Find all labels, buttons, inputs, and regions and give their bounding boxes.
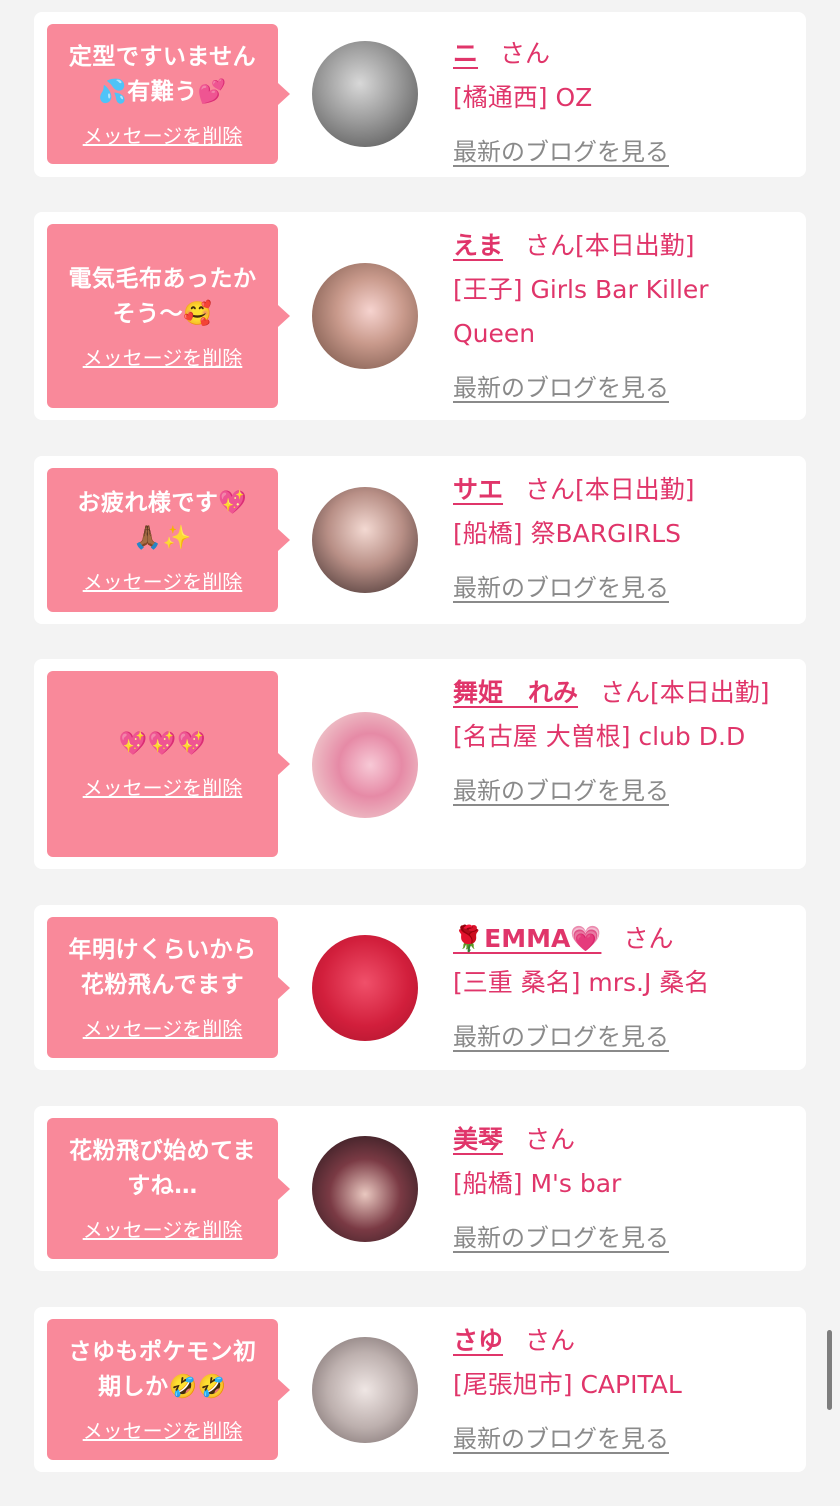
delete-message-link[interactable]: メッセージを削除	[83, 566, 243, 595]
shop-label: [船橋] 祭BARGIRLS	[453, 519, 681, 548]
message-bubble: お疲れ様です💖 🙏🏾✨ メッセージを削除	[47, 468, 290, 612]
shop-label: [橘通西] OZ	[453, 83, 593, 112]
work-status: [本日出勤]	[650, 678, 770, 707]
message-text: 定型ですいません 💦有難う💕	[68, 43, 257, 105]
message-bubble: 年明けくらいから 花粉飛んでます メッセージを削除	[47, 917, 290, 1058]
avatar[interactable]	[312, 41, 418, 147]
shop-label: [王子] Girls Bar Killer Queen	[453, 275, 709, 348]
honorific-label: さん	[600, 678, 651, 707]
honorific-label: さん	[525, 231, 576, 260]
honorific-label: さん	[623, 924, 674, 953]
work-status: [本日出勤]	[575, 475, 695, 504]
delete-message-link[interactable]: メッセージを削除	[83, 1214, 243, 1243]
cast-name-link[interactable]: さゆ	[453, 1326, 503, 1355]
latest-blog-link[interactable]: 最新のブログを見る	[453, 130, 783, 174]
message-bubble: 💖💖💖 メッセージを削除	[47, 671, 290, 857]
scrollbar[interactable]	[827, 1330, 832, 1410]
message-card: 💖💖💖 メッセージを削除 舞姫 れみ さん[本日出勤] [名古屋 大曽根] clu…	[34, 659, 806, 869]
avatar[interactable]	[312, 1337, 418, 1443]
cast-name-link[interactable]: ニ	[453, 39, 478, 68]
shop-label: [名古屋 大曽根] club D.D	[453, 722, 746, 751]
latest-blog-link[interactable]: 最新のブログを見る	[453, 566, 783, 610]
message-card: 電気毛布あったか そう～🥰 メッセージを削除 えま さん[本日出勤] [王子] G…	[34, 212, 806, 420]
cast-info: サエ さん[本日出勤] [船橋] 祭BARGIRLS 最新のブログを見る	[453, 468, 783, 610]
cast-name-link[interactable]: 美琴	[453, 1125, 503, 1154]
cast-info: ニさん [橘通西] OZ 最新のブログを見る	[453, 32, 783, 174]
message-bubble: 定型ですいません 💦有難う💕 メッセージを削除	[47, 24, 290, 164]
avatar[interactable]	[312, 935, 418, 1041]
message-bubble: 花粉飛び始めてま すね… メッセージを削除	[47, 1118, 290, 1259]
message-card: 定型ですいません 💦有難う💕 メッセージを削除 ニさん [橘通西] OZ 最新の…	[34, 12, 806, 177]
cast-info: えま さん[本日出勤] [王子] Girls Bar Killer Queen 最…	[453, 224, 783, 410]
message-card: 花粉飛び始めてま すね… メッセージを削除 美琴 さん [船橋] M's bar …	[34, 1106, 806, 1271]
message-text: お疲れ様です💖 🙏🏾✨	[77, 489, 248, 551]
message-list-page: 定型ですいません 💦有難う💕 メッセージを削除 ニさん [橘通西] OZ 最新の…	[0, 0, 840, 1506]
message-bubble: 電気毛布あったか そう～🥰 メッセージを削除	[47, 224, 290, 408]
cast-info: 舞姫 れみ さん[本日出勤] [名古屋 大曽根] club D.D 最新のブログを…	[453, 671, 783, 813]
latest-blog-link[interactable]: 最新のブログを見る	[453, 366, 783, 410]
message-card: さゆもポケモン初 期しか🤣🤣 メッセージを削除 さゆ さん [尾張旭市] CAPI…	[34, 1307, 806, 1472]
latest-blog-link[interactable]: 最新のブログを見る	[453, 1216, 783, 1260]
latest-blog-link[interactable]: 最新のブログを見る	[453, 1015, 783, 1059]
cast-name-link[interactable]: サエ	[453, 475, 503, 504]
message-card: お疲れ様です💖 🙏🏾✨ メッセージを削除 サエ さん[本日出勤] [船橋] 祭BA…	[34, 456, 806, 624]
work-status: [本日出勤]	[575, 231, 695, 260]
delete-message-link[interactable]: メッセージを削除	[83, 772, 243, 801]
message-text: さゆもポケモン初 期しか🤣🤣	[68, 1339, 257, 1400]
cast-name-link[interactable]: 🌹EMMA💗	[453, 924, 601, 953]
latest-blog-link[interactable]: 最新のブログを見る	[453, 1417, 783, 1461]
avatar[interactable]	[312, 487, 418, 593]
message-text: 年明けくらいから 花粉飛んでます	[68, 937, 257, 998]
honorific-label: さん	[525, 1125, 576, 1154]
delete-message-link[interactable]: メッセージを削除	[83, 342, 243, 371]
delete-message-link[interactable]: メッセージを削除	[83, 1415, 243, 1444]
message-text: 💖💖💖	[118, 731, 207, 757]
cast-name-link[interactable]: えま	[453, 231, 503, 260]
latest-blog-link[interactable]: 最新のブログを見る	[453, 769, 783, 813]
avatar[interactable]	[312, 263, 418, 369]
shop-label: [三重 桑名] mrs.J 桑名	[453, 968, 710, 997]
message-text: 花粉飛び始めてま すね…	[69, 1138, 256, 1199]
avatar[interactable]	[312, 1136, 418, 1242]
cast-name-link[interactable]: 舞姫 れみ	[453, 678, 578, 707]
message-text: 電気毛布あったか そう～🥰	[68, 265, 257, 327]
message-card: 年明けくらいから 花粉飛んでます メッセージを削除 🌹EMMA💗 さん [三重 桑…	[34, 905, 806, 1070]
shop-label: [尾張旭市] CAPITAL	[453, 1370, 682, 1399]
honorific-label: さん	[525, 475, 576, 504]
shop-label: [船橋] M's bar	[453, 1169, 622, 1198]
honorific-label: さん	[500, 39, 551, 68]
avatar[interactable]	[312, 712, 418, 818]
cast-info: 美琴 さん [船橋] M's bar 最新のブログを見る	[453, 1118, 783, 1260]
delete-message-link[interactable]: メッセージを削除	[83, 1013, 243, 1042]
delete-message-link[interactable]: メッセージを削除	[83, 120, 243, 149]
message-bubble: さゆもポケモン初 期しか🤣🤣 メッセージを削除	[47, 1319, 290, 1460]
cast-info: さゆ さん [尾張旭市] CAPITAL 最新のブログを見る	[453, 1319, 783, 1461]
cast-info: 🌹EMMA💗 さん [三重 桑名] mrs.J 桑名 最新のブログを見る	[453, 917, 783, 1059]
honorific-label: さん	[525, 1326, 576, 1355]
